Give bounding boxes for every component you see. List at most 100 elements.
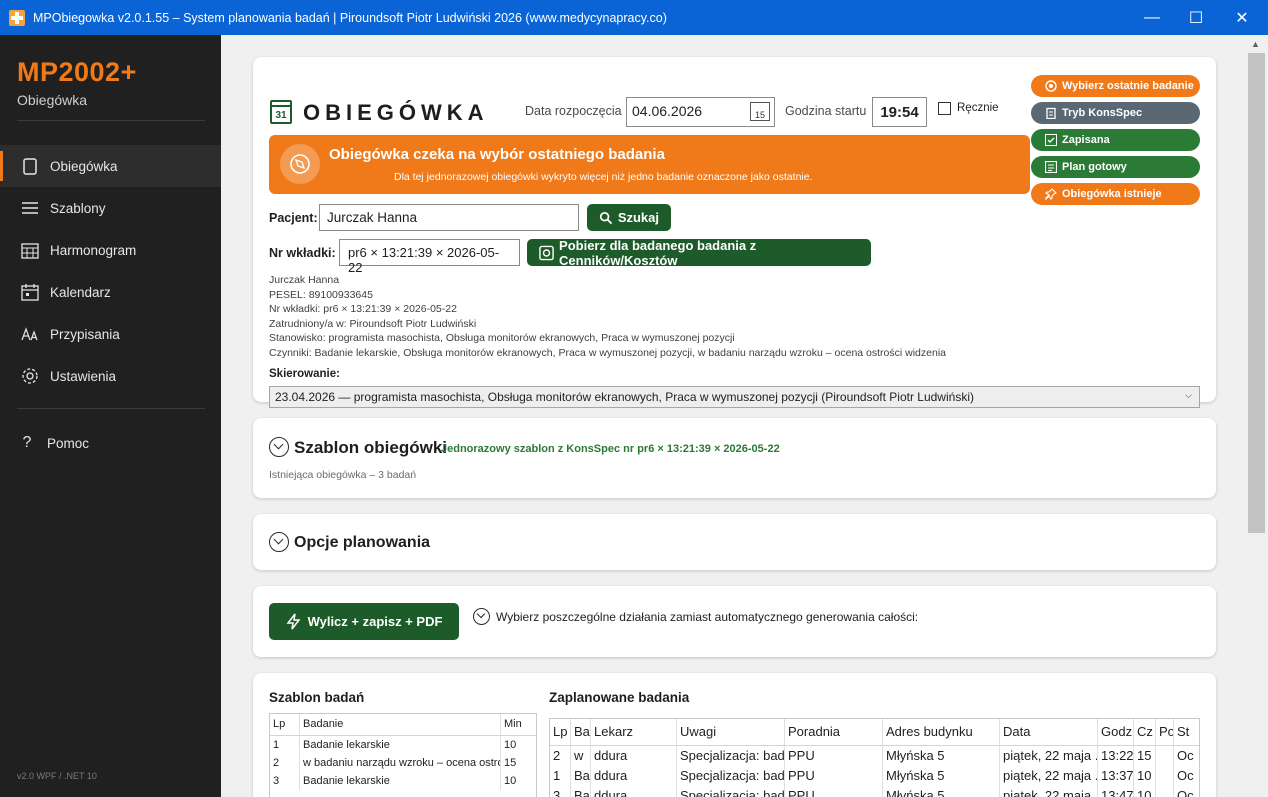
- banner-title: Obiegówka czeka na wybór ostatniego bada…: [329, 146, 665, 163]
- sidebar-item-obiegowka[interactable]: Obiegówka: [0, 145, 221, 187]
- column-header[interactable]: Godzi: [1098, 719, 1134, 745]
- table-cell: 3: [550, 786, 571, 797]
- referral-select[interactable]: 23.04.2026 — programista masochista, Obs…: [269, 386, 1200, 408]
- table-cell: 10: [504, 775, 517, 787]
- sidebar-item-harmonogram[interactable]: Harmonogram: [0, 229, 221, 271]
- calendar-icon: [21, 283, 39, 301]
- sidebar-item-label: Obiegówka: [50, 158, 118, 174]
- sidebar-item-szablony[interactable]: Szablony: [0, 187, 221, 229]
- table-cell: ddura: [591, 766, 677, 786]
- column-header[interactable]: Lp: [550, 719, 571, 745]
- table-header: Lp Badanie Min: [270, 714, 536, 736]
- column-header[interactable]: Data: [1000, 719, 1098, 745]
- sidebar-item-label: Pomoc: [47, 435, 90, 451]
- fetch-button-label: Pobierz dla badanego badania z Cenników/…: [559, 237, 757, 268]
- window-titlebar: MPObiegowka v2.0.1.55 – System planowani…: [0, 0, 1268, 35]
- pill-label: Obiegówka istnieje: [1062, 188, 1162, 200]
- sidebar-item-pomoc[interactable]: ? Pomoc: [0, 422, 221, 464]
- table-row[interactable]: 1 Ba ddura Specjalizacja: bad. PPU Młyńs…: [550, 766, 1199, 786]
- table-cell: PPU: [785, 746, 883, 766]
- header-card: 31 OBIEGÓWKA Data rozpoczęcia 04.06.2026…: [253, 57, 1216, 408]
- compute-button-label: Wylicz + zapisz + PDF: [307, 614, 443, 629]
- pill-saved[interactable]: Zapisana: [1031, 129, 1200, 151]
- planned-table-title: Zaplanowane badania: [549, 690, 690, 705]
- manual-checkbox[interactable]: [938, 102, 951, 115]
- calendar-logo-icon: 31: [270, 100, 292, 124]
- table-cell: 3: [270, 772, 300, 790]
- compute-save-pdf-button[interactable]: Wylicz + zapisz + PDF: [269, 603, 459, 640]
- table-cell: Oc: [1177, 788, 1194, 797]
- column-header[interactable]: Poradnia: [785, 719, 883, 745]
- table-cell: piątek, 22 maja .: [1000, 766, 1098, 786]
- table-cell: 10: [504, 739, 517, 751]
- help-icon: ?: [22, 434, 32, 451]
- column-header[interactable]: Po: [1156, 719, 1174, 745]
- options-expand-toggle[interactable]: [269, 532, 289, 552]
- maximize-button[interactable]: ☐: [1173, 0, 1219, 35]
- planned-table[interactable]: Lp Ba Lekarz Uwagi Poradnia Adres budynk…: [549, 718, 1200, 797]
- clipboard-icon: [1045, 107, 1057, 119]
- column-header[interactable]: Min: [501, 714, 536, 735]
- pin-icon: [1045, 188, 1057, 200]
- fetch-pricelist-button[interactable]: Pobierz dla badanego badania z Cenników/…: [527, 237, 871, 268]
- table-row[interactable]: 2 w ddura Specjalizacja: bad. PPU Młyńsk…: [550, 746, 1199, 766]
- sidebar-item-przypisania[interactable]: Przypisania: [0, 313, 221, 355]
- search-button[interactable]: Szukaj: [587, 204, 671, 231]
- table-row[interactable]: 3 Ba ddura Specjalizacja: bad. PPU Młyńs…: [550, 786, 1199, 797]
- search-icon: [599, 211, 613, 224]
- table-cell: 2: [270, 754, 300, 772]
- text-icon: [21, 325, 39, 343]
- chevron-down-icon: [269, 437, 289, 457]
- start-date-value: 04.06.2026: [632, 103, 703, 119]
- column-header[interactable]: Badanie: [300, 714, 501, 735]
- sidebar-item-kalendarz[interactable]: Kalendarz: [0, 271, 221, 313]
- tab-number-input[interactable]: pr6 × 13:21:39 × 2026-05-22: [339, 239, 520, 275]
- pill-form-exists[interactable]: Obiegówka istnieje: [1031, 183, 1200, 205]
- pill-konsspec-mode[interactable]: Tryb KonsSpec: [1031, 102, 1200, 124]
- patient-input[interactable]: Jurczak Hanna: [319, 204, 579, 231]
- column-header[interactable]: Adres budynku: [883, 719, 1000, 745]
- pill-label: Zapisana: [1062, 134, 1110, 146]
- info-factors: Czynniki: Badanie lekarskie, Obsługa mon…: [269, 347, 946, 359]
- column-header[interactable]: Lekarz: [591, 719, 677, 745]
- date-picker-icon[interactable]: 15: [750, 102, 770, 121]
- info-tab-number: Nr wkładki: pr6 × 13:21:39 × 2026-05-22: [269, 303, 457, 315]
- template-section-title: Szablon obiegówki: [294, 438, 448, 457]
- referral-value: 23.04.2026 — programista masochista, Obs…: [275, 390, 974, 404]
- scroll-up-icon[interactable]: ▲: [1251, 39, 1260, 49]
- patient-label: Pacjent:: [269, 211, 318, 225]
- lightning-icon: [286, 613, 301, 630]
- table-cell: 15: [1134, 746, 1156, 766]
- tables-card: Szablon badań Zaplanowane badania Lp Bad…: [253, 673, 1216, 797]
- column-header[interactable]: Uwagi: [677, 719, 785, 745]
- column-header[interactable]: Cz: [1134, 719, 1156, 745]
- table-cell: [1156, 746, 1174, 766]
- info-employer: Zatrudniony/a w: Piroundsoft Piotr Ludwi…: [269, 318, 477, 330]
- column-header[interactable]: Lp: [270, 714, 300, 735]
- column-header[interactable]: St: [1174, 719, 1199, 745]
- start-date-input[interactable]: 04.06.2026 15: [626, 97, 775, 127]
- table-row[interactable]: 2 w badaniu narządu wzroku – ocena ostro…: [270, 754, 536, 772]
- start-time-display[interactable]: 19:54: [872, 97, 927, 127]
- template-table[interactable]: Lp Badanie Min 1 Badanie lekarskie 10 2 …: [269, 713, 537, 797]
- table-cell: Specjalizacja: bad.: [677, 786, 785, 797]
- actions-expand-toggle[interactable]: [473, 608, 490, 625]
- target-icon: [1045, 80, 1057, 92]
- table-cell: Młyńska 5: [883, 766, 1000, 786]
- vertical-scrollbar[interactable]: ▲: [1247, 35, 1268, 797]
- column-header[interactable]: Ba: [571, 719, 591, 745]
- table-cell: Badanie lekarskie: [300, 736, 501, 754]
- table-cell: Oc: [1177, 768, 1194, 783]
- table-row[interactable]: 1 Badanie lekarskie 10: [270, 736, 536, 754]
- close-button[interactable]: ✕: [1219, 0, 1265, 35]
- sidebar-item-ustawienia[interactable]: Ustawienia: [0, 355, 221, 397]
- table-cell: 1: [270, 736, 300, 754]
- pill-choose-last-exam[interactable]: Wybierz ostatnie badanie: [1031, 75, 1200, 97]
- refresh-icon: [539, 245, 554, 260]
- scrollbar-thumb[interactable]: [1248, 53, 1265, 533]
- table-cell: Specjalizacja: bad.: [677, 766, 785, 786]
- template-expand-toggle[interactable]: [269, 437, 289, 457]
- minimize-button[interactable]: —: [1129, 0, 1175, 35]
- pill-plan-ready[interactable]: Plan gotowy: [1031, 156, 1200, 178]
- table-row[interactable]: 3 Badanie lekarskie 10: [270, 772, 536, 790]
